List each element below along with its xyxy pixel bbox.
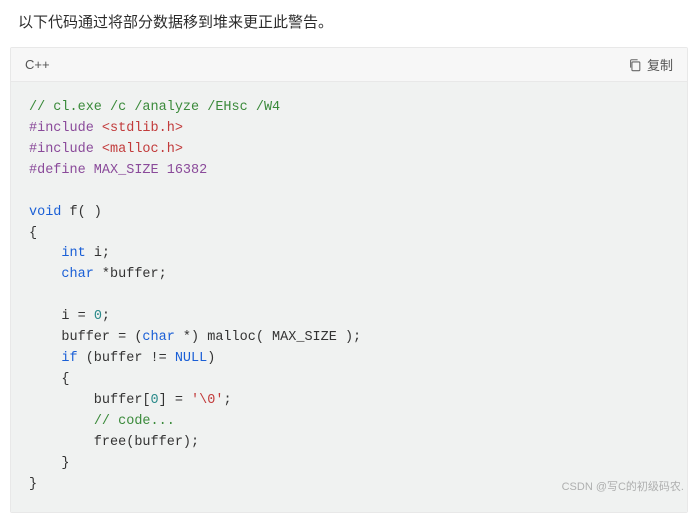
code-body: // cl.exe /c /analyze /EHsc /W4 #include… [11, 82, 687, 512]
copy-button[interactable]: 复制 [628, 55, 673, 74]
code-language-label: C++ [25, 57, 50, 72]
code-header: C++ 复制 [11, 48, 687, 82]
copy-button-label: 复制 [647, 55, 673, 74]
code-block: C++ 复制 // cl.exe /c /analyze /EHsc /W4 #… [10, 47, 688, 513]
intro-paragraph: 以下代码通过将部分数据移到堆来更正此警告。 [0, 0, 698, 47]
copy-icon [628, 58, 642, 72]
watermark: CSDN @写C的初级码农. [562, 478, 684, 494]
